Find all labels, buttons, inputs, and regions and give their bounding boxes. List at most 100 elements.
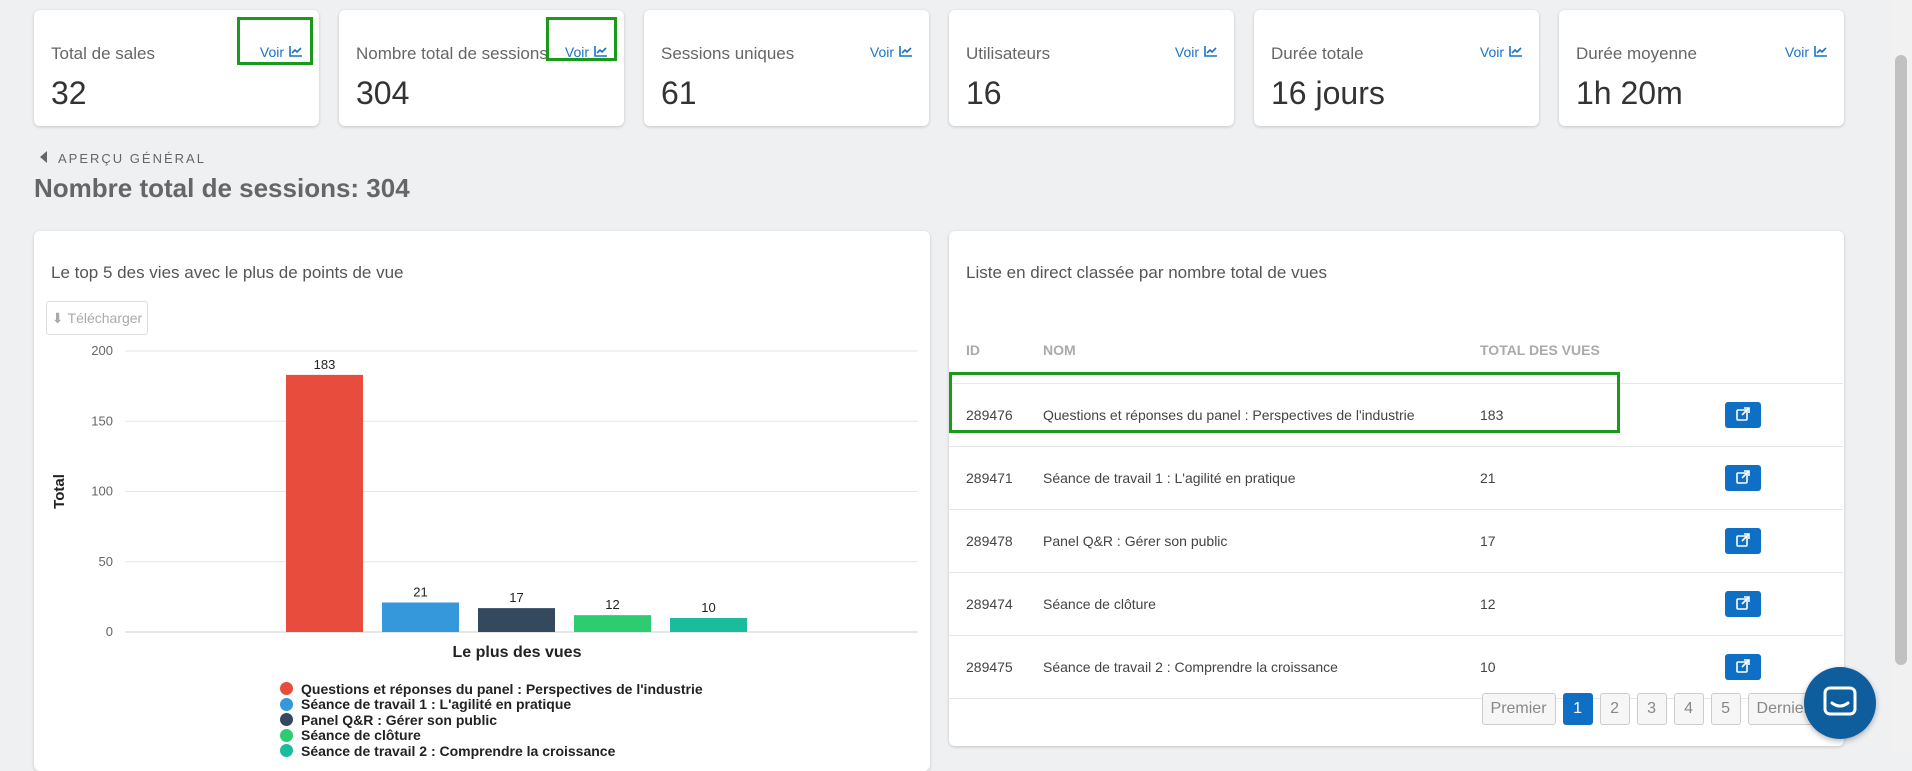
voir-link[interactable]: Voir xyxy=(1480,44,1523,60)
legend-label: Questions et réponses du panel : Perspec… xyxy=(301,680,703,697)
download-label: Télécharger xyxy=(67,310,143,326)
bar xyxy=(670,617,747,632)
row-id: 289478 xyxy=(949,509,1042,573)
external-link-icon xyxy=(1736,595,1750,613)
legend-label: Panel Q&R : Gérer son public xyxy=(301,711,498,728)
voir-label: Voir xyxy=(259,44,284,60)
legend-swatch xyxy=(280,728,293,742)
open-external-button[interactable] xyxy=(1725,402,1761,428)
views-table: ID NOM TOTAL DES VUES 289476 Questions et… xyxy=(949,317,1843,699)
stat-label: Durée totale xyxy=(1271,44,1364,63)
col-id-header: ID xyxy=(949,317,1042,384)
line-chart-icon xyxy=(899,44,913,60)
row-action xyxy=(1691,383,1843,447)
list-panel: Liste en direct classée par nombre total… xyxy=(949,231,1844,746)
voir-link[interactable]: Voir xyxy=(1785,44,1828,60)
col-action-header xyxy=(1691,317,1843,384)
download-button[interactable]: ⬇ Télécharger xyxy=(46,301,148,335)
row-action xyxy=(1691,509,1843,573)
page-2[interactable]: 2 xyxy=(1599,693,1630,725)
line-chart-icon xyxy=(1509,44,1523,60)
voir-label: Voir xyxy=(1784,44,1809,60)
scrollbar-thumb[interactable] xyxy=(1895,55,1907,665)
legend-item: Séance de clôture xyxy=(280,727,703,743)
open-external-button[interactable] xyxy=(1725,654,1761,680)
stat-value: 16 xyxy=(966,75,1002,111)
stat-card-unique-sessions: Sessions uniques 61 Voir xyxy=(644,10,929,126)
y-tick-label: 200 xyxy=(91,343,113,358)
x-axis-label: Le plus des vues xyxy=(453,644,582,661)
page-4[interactable]: 4 xyxy=(1673,693,1704,725)
voir-label: Voir xyxy=(1479,44,1504,60)
legend-item: Séance de travail 2 : Comprendre la croi… xyxy=(280,743,703,759)
row-name: Séance de travail 2 : Comprendre la croi… xyxy=(1042,635,1479,699)
page-5[interactable]: 5 xyxy=(1710,693,1741,725)
page-1[interactable]: 1 xyxy=(1562,693,1593,725)
row-name: Panel Q&R : Gérer son public xyxy=(1042,509,1479,573)
stat-value: 304 xyxy=(356,75,410,111)
page-3[interactable]: 3 xyxy=(1636,693,1667,725)
chat-icon xyxy=(1823,686,1857,721)
line-chart-icon xyxy=(289,44,303,60)
table-row: 289478 Panel Q&R : Gérer son public 17 xyxy=(949,509,1843,573)
page-first[interactable]: Premier xyxy=(1481,693,1556,725)
bar-value-label: 17 xyxy=(509,590,523,605)
line-chart-icon xyxy=(1814,44,1828,60)
chat-button[interactable] xyxy=(1804,667,1876,739)
stat-label: Durée moyenne xyxy=(1576,44,1697,63)
back-link-label: APERÇU GÉNÉRAL xyxy=(58,151,206,166)
col-total-header: TOTAL DES VUES xyxy=(1479,317,1691,384)
voir-link[interactable]: Voir xyxy=(870,44,913,60)
bar xyxy=(382,602,459,632)
row-id: 289475 xyxy=(949,635,1042,699)
table-row: 289475 Séance de travail 2 : Comprendre l… xyxy=(949,635,1843,699)
list-panel-title: Liste en direct classée par nombre total… xyxy=(966,263,1327,282)
row-total: 10 xyxy=(1479,635,1691,699)
y-tick-label: 0 xyxy=(106,624,113,639)
stat-label: Nombre total de sessions xyxy=(356,44,548,63)
row-id: 289476 xyxy=(949,383,1042,447)
stat-card-total-duration: Durée totale 16 jours Voir xyxy=(1254,10,1539,126)
row-id: 289471 xyxy=(949,446,1042,510)
bar-value-label: 183 xyxy=(314,357,336,372)
line-chart-icon xyxy=(1204,44,1218,60)
legend-label: Séance de travail 2 : Comprendre la croi… xyxy=(301,742,616,759)
stat-card-total-sales: Total de sales 32 Voir xyxy=(34,10,319,126)
voir-link[interactable]: Voir xyxy=(1175,44,1218,60)
stat-label: Sessions uniques xyxy=(661,44,795,63)
external-link-icon xyxy=(1736,406,1750,424)
y-tick-label: 50 xyxy=(99,554,113,569)
bar xyxy=(574,615,651,632)
stat-value: 1h 20m xyxy=(1576,75,1683,111)
back-link[interactable]: APERÇU GÉNÉRAL xyxy=(40,151,206,166)
row-total: 183 xyxy=(1479,383,1691,447)
legend-item: Panel Q&R : Gérer son public xyxy=(280,712,703,728)
open-external-button[interactable] xyxy=(1725,591,1761,617)
legend-item: Questions et réponses du panel : Perspec… xyxy=(280,681,703,697)
chart-panel: Le top 5 des vies avec le plus de points… xyxy=(34,231,930,771)
voir-link[interactable]: Voir xyxy=(565,44,608,60)
table-row: 289476 Questions et réponses du panel : P… xyxy=(949,383,1843,447)
stat-card-users: Utilisateurs 16 Voir xyxy=(949,10,1234,126)
voir-label: Voir xyxy=(869,44,894,60)
page-scrollbar[interactable] xyxy=(1890,0,1912,752)
chart-panel-title: Le top 5 des vies avec le plus de points… xyxy=(51,263,404,282)
stat-value: 61 xyxy=(661,75,697,111)
page-title: Nombre total de sessions: 304 xyxy=(34,173,410,203)
bar xyxy=(478,608,555,632)
row-total: 17 xyxy=(1479,509,1691,573)
legend-swatch xyxy=(280,697,293,711)
stat-card-avg-duration: Durée moyenne 1h 20m Voir xyxy=(1559,10,1844,126)
line-chart-icon xyxy=(594,44,608,60)
table-row: 289474 Séance de clôture 12 xyxy=(949,572,1843,636)
open-external-button[interactable] xyxy=(1725,528,1761,554)
external-link-icon xyxy=(1736,469,1750,487)
row-id: 289474 xyxy=(949,572,1042,636)
row-name: Séance de clôture xyxy=(1042,572,1479,636)
voir-link[interactable]: Voir xyxy=(260,44,303,60)
open-external-button[interactable] xyxy=(1725,465,1761,491)
pagination: Premier 1 2 3 4 5 Dernier xyxy=(1481,693,1818,725)
row-total: 21 xyxy=(1479,446,1691,510)
legend-swatch xyxy=(280,744,293,758)
bar xyxy=(286,374,363,632)
